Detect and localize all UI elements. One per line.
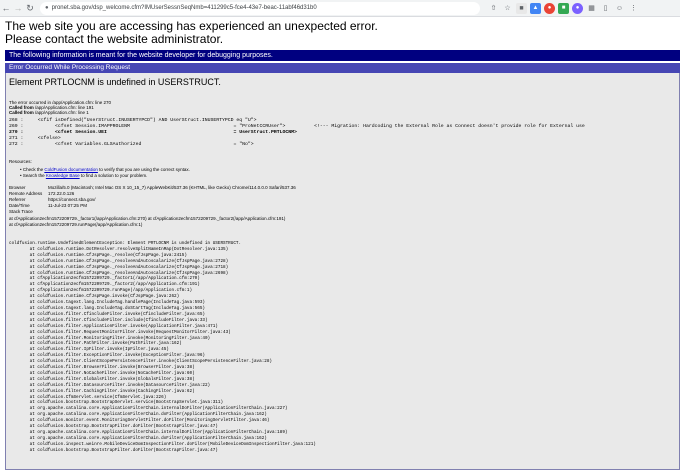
called-from-2: Called from /app/Application.cfm: line 1 [9, 110, 89, 116]
puzzle-icon[interactable]: ▦ [586, 3, 597, 14]
extension-icon-4[interactable]: ■ [558, 2, 569, 14]
resource-item-kb: • Search the Knowledge Base to find a so… [20, 173, 148, 178]
source-line: 272 : <cfset Variables.GLSAuthorized = "… [9, 142, 254, 147]
error-title: Element PRTLOCNM is undefined in USERSTR… [9, 77, 221, 87]
stack-trace-label: Stack Trace [9, 209, 33, 214]
called-from-value: /app/Application.cfm: line 1 [33, 110, 89, 115]
resource-text: to verify that you are using the correct… [97, 167, 190, 172]
url-text: pronet.sba.gov/dsp_welcome.cfm?IMUserSes… [51, 5, 317, 11]
extension-icon-5[interactable]: ● [572, 2, 583, 14]
meta-value: 172.22.0.126 [48, 191, 75, 196]
resource-item-docs: • Check the ColdFusion documentation to … [20, 167, 190, 172]
meta-label: Referrer [9, 197, 26, 202]
stack-row: at coldfusion.bootstrap.BootstrapFilter.… [9, 447, 218, 453]
extension-icon-3[interactable]: ● [544, 2, 555, 14]
share-icon[interactable]: ⇧ [488, 3, 499, 14]
meta-label: Date/Time [9, 203, 30, 208]
called-from-label: Called from [9, 110, 34, 115]
extension-icons: ⇧ ☆ ■ ▲ ● ■ ● ▦ ▯ ☺ ⋮ [488, 2, 639, 14]
star-icon[interactable]: ☆ [502, 3, 513, 14]
stack-row: at coldfusion.inspect.weinre.MobileDevic… [9, 441, 316, 447]
resource-text: to find a solution to your problem. [79, 173, 148, 178]
debug-info-bar: The following information is meant for t… [5, 50, 680, 61]
stack-trace-line: at cfApplication2ecfm1572209729._factor1… [9, 216, 286, 221]
stack-trace-line: at cfApplication2ecfm1572209729.runPage(… [9, 222, 143, 227]
error-processing-bar: Error Occurred While Processing Request [5, 63, 680, 73]
more-icon[interactable]: ⋮ [628, 3, 639, 14]
knowledge-base-link[interactable]: Knowledge Base [46, 173, 80, 178]
coldfusion-docs-link[interactable]: ColdFusion documentation [44, 167, 98, 172]
reload-icon[interactable]: ↻ [24, 1, 36, 15]
browser-toolbar: ← → ↻ ● pronet.sba.gov/dsp_welcome.cfm?I… [0, 0, 680, 17]
meta-value: Mozilla/5.0 (Macintosh; Intel Mac OS X 1… [48, 185, 296, 190]
extension-icon-1[interactable]: ■ [516, 2, 527, 14]
debug-panel: Element PRTLOCNM is undefined in USERSTR… [5, 73, 680, 470]
resource-text: Search the [22, 173, 46, 178]
profile-icon[interactable]: ☺ [614, 3, 625, 14]
resource-text: Check the [22, 167, 45, 172]
sidebar-icon[interactable]: ▯ [600, 3, 611, 14]
java-stack-dump: coldfusion.runtime.UndefinedElementExcep… [9, 241, 316, 454]
address-bar[interactable]: ● pronet.sba.gov/dsp_welcome.cfm?IMUserS… [40, 1, 480, 15]
resources-label: Resources: [9, 159, 32, 164]
meta-value: https://connect.sba.gov/ [48, 197, 96, 202]
meta-label: Browser [9, 185, 26, 190]
meta-label: Remote Address [9, 191, 43, 196]
arrow-left-icon[interactable]: ← [0, 1, 12, 15]
arrow-right-icon[interactable]: → [12, 1, 24, 15]
error-subheadline: Please contact the website administrator… [5, 32, 224, 46]
meta-value: 11-Jul-23 07:25 PM [48, 203, 87, 208]
extension-icon-2[interactable]: ▲ [530, 2, 541, 14]
source-snippet: 268 : <cfif isDefined("UserStruct.INUSER… [9, 118, 585, 148]
lock-icon: ● [45, 5, 49, 11]
